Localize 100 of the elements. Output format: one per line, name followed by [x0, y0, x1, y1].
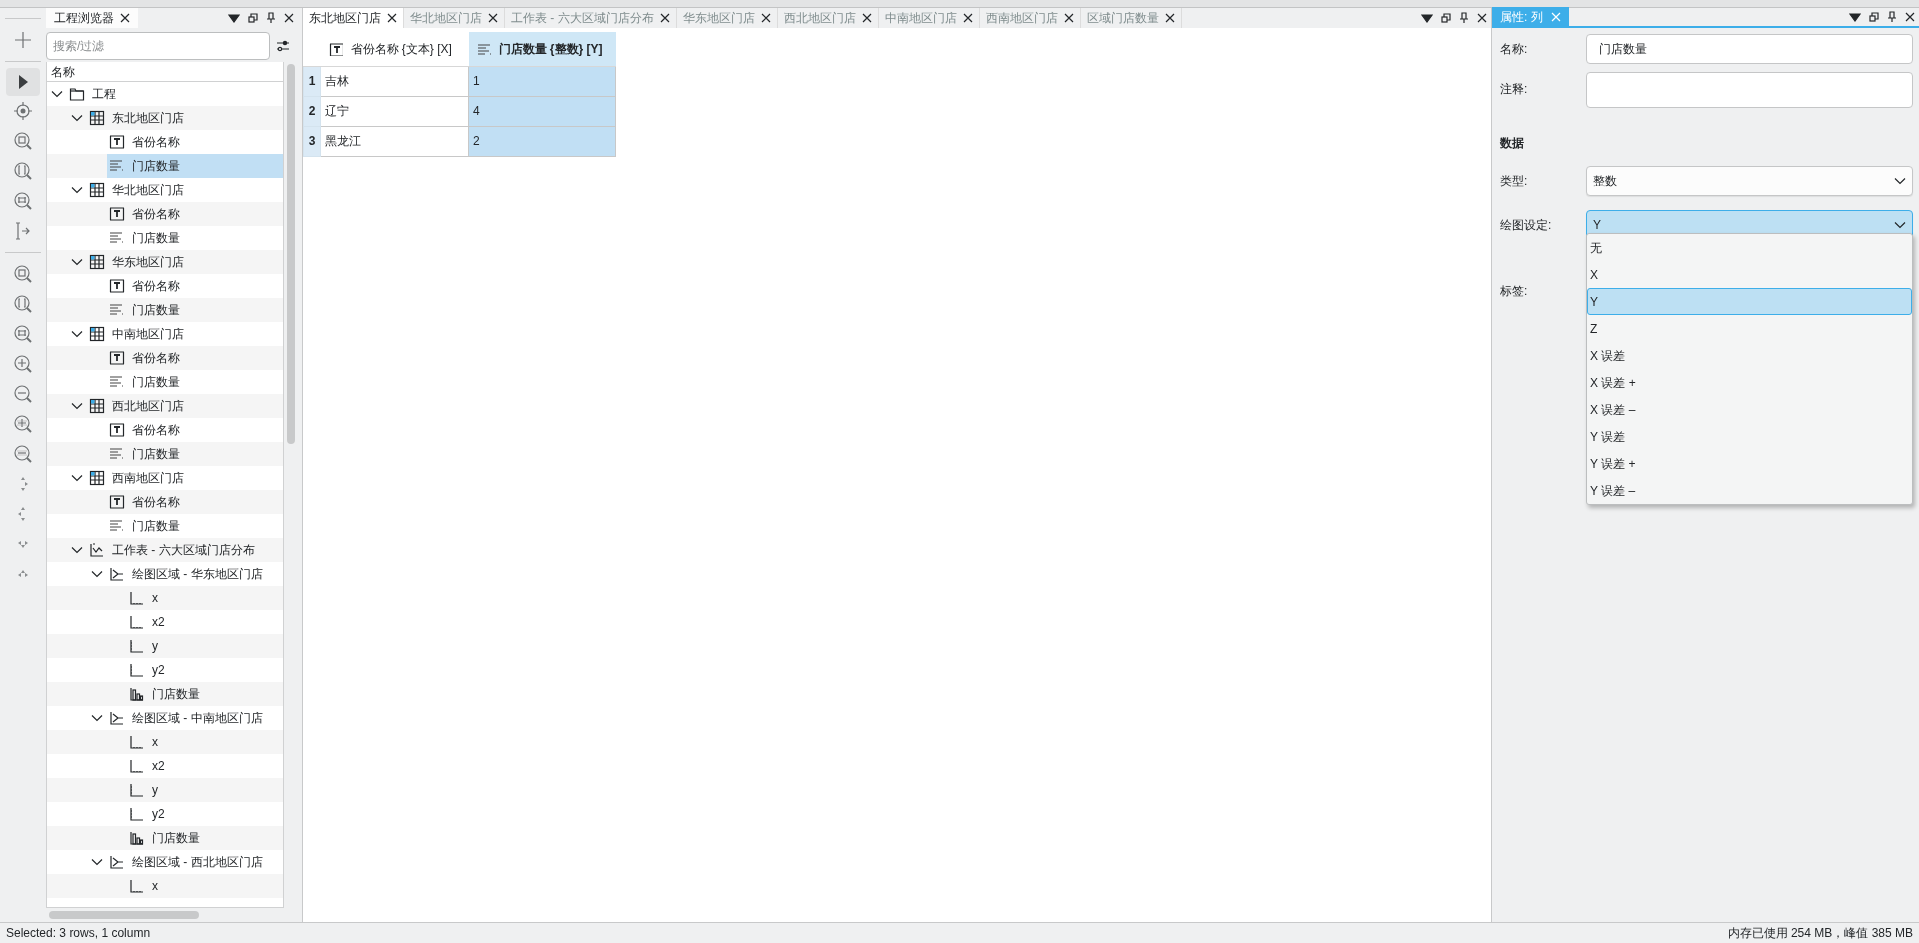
tree-item[interactable]: 绘图区域 - 华东地区门店: [107, 562, 283, 586]
close-icon[interactable]: [1477, 13, 1487, 23]
dropdown-option[interactable]: Y 误差 –: [1587, 477, 1912, 504]
tree-item[interactable]: 门店数量: [107, 226, 283, 250]
dropdown-option[interactable]: X: [1587, 261, 1912, 288]
dropdown-icon[interactable]: [1849, 12, 1861, 22]
dropdown-icon[interactable]: [228, 13, 240, 23]
tree-item[interactable]: 省份名称: [107, 490, 283, 514]
tree-item[interactable]: x: [127, 730, 283, 754]
close-icon[interactable]: [659, 13, 670, 23]
dropdown-icon[interactable]: [1421, 13, 1433, 23]
pin-icon[interactable]: [1459, 12, 1469, 24]
tree-item[interactable]: x: [127, 874, 283, 898]
dropdown-option[interactable]: X 误差 –: [1587, 396, 1912, 423]
tree-item[interactable]: 华北地区门店: [87, 178, 283, 202]
tree-item[interactable]: 门店数量: [127, 682, 283, 706]
tree-item[interactable]: 省份名称: [107, 202, 283, 226]
document-tab[interactable]: 东北地区门店: [303, 8, 404, 28]
tree-item[interactable]: 中南地区门店: [87, 322, 283, 346]
tree-item[interactable]: 门店数量: [107, 442, 283, 466]
dropdown-option[interactable]: X 误差: [1587, 342, 1912, 369]
dropdown[interactable]: 整数: [1586, 166, 1913, 196]
tree-item[interactable]: 门店数量: [107, 298, 283, 322]
chevron-icon[interactable]: [71, 186, 83, 194]
panel-tab[interactable]: 工程浏览器: [46, 8, 138, 28]
dropdown-option[interactable]: X 误差 +: [1587, 369, 1912, 396]
close-icon[interactable]: [962, 13, 973, 23]
chevron-icon[interactable]: [71, 330, 83, 338]
tree-item[interactable]: 门店数量: [107, 154, 283, 178]
tree-item[interactable]: x: [127, 586, 283, 610]
float-icon[interactable]: [1441, 13, 1451, 23]
chevron-icon[interactable]: [71, 114, 83, 122]
close-icon[interactable]: [284, 13, 294, 23]
float-icon[interactable]: [1869, 12, 1879, 22]
chevron-icon[interactable]: [71, 474, 83, 482]
column-header[interactable]: 门店数量 {整数} [Y]: [468, 32, 616, 66]
tree-item[interactable]: 省份名称: [107, 130, 283, 154]
zoom-icon[interactable]: [13, 191, 33, 211]
zoom-in-icon[interactable]: [13, 354, 33, 374]
chevron-icon[interactable]: [71, 402, 83, 410]
dropdown-option[interactable]: Y 误差: [1587, 423, 1912, 450]
tree-item[interactable]: y: [127, 634, 283, 658]
dropdown-option[interactable]: Y: [1587, 288, 1912, 315]
tree-item[interactable]: 东北地区门店: [87, 106, 283, 130]
tree-item[interactable]: 省份名称: [107, 418, 283, 442]
chevron-icon[interactable]: [71, 546, 83, 554]
axis-icon: [129, 614, 145, 630]
close-icon[interactable]: [488, 13, 498, 23]
tree-item[interactable]: 门店数量: [107, 514, 283, 538]
close-icon[interactable]: [1164, 13, 1175, 23]
tree-item[interactable]: 西北地区门店: [87, 394, 283, 418]
close-icon[interactable]: [1063, 13, 1074, 23]
zoom-out-icon[interactable]: [13, 384, 33, 404]
dropdown-option[interactable]: Z: [1587, 315, 1912, 342]
tree-item[interactable]: 绘图区域 - 西北地区门店: [107, 850, 283, 874]
crosshair-icon[interactable]: [13, 101, 33, 121]
tree-item[interactable]: 工程: [67, 82, 283, 106]
pin-icon[interactable]: [1887, 11, 1897, 23]
text-column-icon: [109, 494, 125, 510]
close-icon[interactable]: [1905, 12, 1915, 22]
filter-icon[interactable]: [276, 40, 290, 52]
chevron-icon[interactable]: [71, 258, 83, 266]
zoom-icon[interactable]: [13, 324, 33, 344]
column-header[interactable]: 省份名称 {文本} [X]: [320, 32, 469, 66]
tree-item[interactable]: 华东地区门店: [87, 250, 283, 274]
tree-item[interactable]: 工作表 - 六大区域门店分布: [87, 538, 283, 562]
tree-item[interactable]: y: [127, 778, 283, 802]
vertical-scrollbar[interactable]: [287, 64, 295, 444]
zoom-icon[interactable]: [13, 294, 33, 314]
close-icon[interactable]: [861, 13, 872, 23]
tree-item[interactable]: 门店数量: [107, 370, 283, 394]
close-icon[interactable]: [387, 13, 397, 23]
tree-item[interactable]: 西南地区门店: [87, 466, 283, 490]
row-number: 2: [303, 96, 321, 126]
tree-item[interactable]: 门店数量: [127, 826, 283, 850]
tree-item[interactable]: 绘图区域 - 中南地区门店: [107, 706, 283, 730]
tree-item[interactable]: y2: [127, 658, 283, 682]
tree-item[interactable]: 省份名称: [107, 346, 283, 370]
tree-item[interactable]: x2: [127, 610, 283, 634]
zoom-icon[interactable]: [13, 264, 33, 284]
zoom-icon[interactable]: [13, 161, 33, 181]
horizontal-scrollbar[interactable]: [49, 911, 199, 919]
zoom-out-icon[interactable]: [13, 444, 33, 464]
tree-item[interactable]: y2: [127, 802, 283, 826]
chevron-icon[interactable]: [91, 714, 103, 722]
tree-item[interactable]: 省份名称: [107, 274, 283, 298]
comment-field[interactable]: [1586, 72, 1913, 108]
chevron-icon[interactable]: [91, 570, 103, 578]
zoom-in-icon[interactable]: [13, 414, 33, 434]
chevron-icon[interactable]: [51, 90, 63, 98]
search-field[interactable]: 搜索/过滤: [46, 32, 270, 60]
chevron-icon[interactable]: [91, 858, 103, 866]
close-icon[interactable]: [120, 13, 130, 23]
close-icon[interactable]: [760, 13, 771, 23]
tree-item[interactable]: x2: [127, 754, 283, 778]
zoom-icon[interactable]: [13, 131, 33, 151]
dropdown-option[interactable]: Y 误差 +: [1587, 450, 1912, 477]
pin-icon[interactable]: [266, 12, 276, 24]
name-field[interactable]: 门店数量: [1586, 34, 1913, 64]
float-icon[interactable]: [248, 13, 258, 23]
